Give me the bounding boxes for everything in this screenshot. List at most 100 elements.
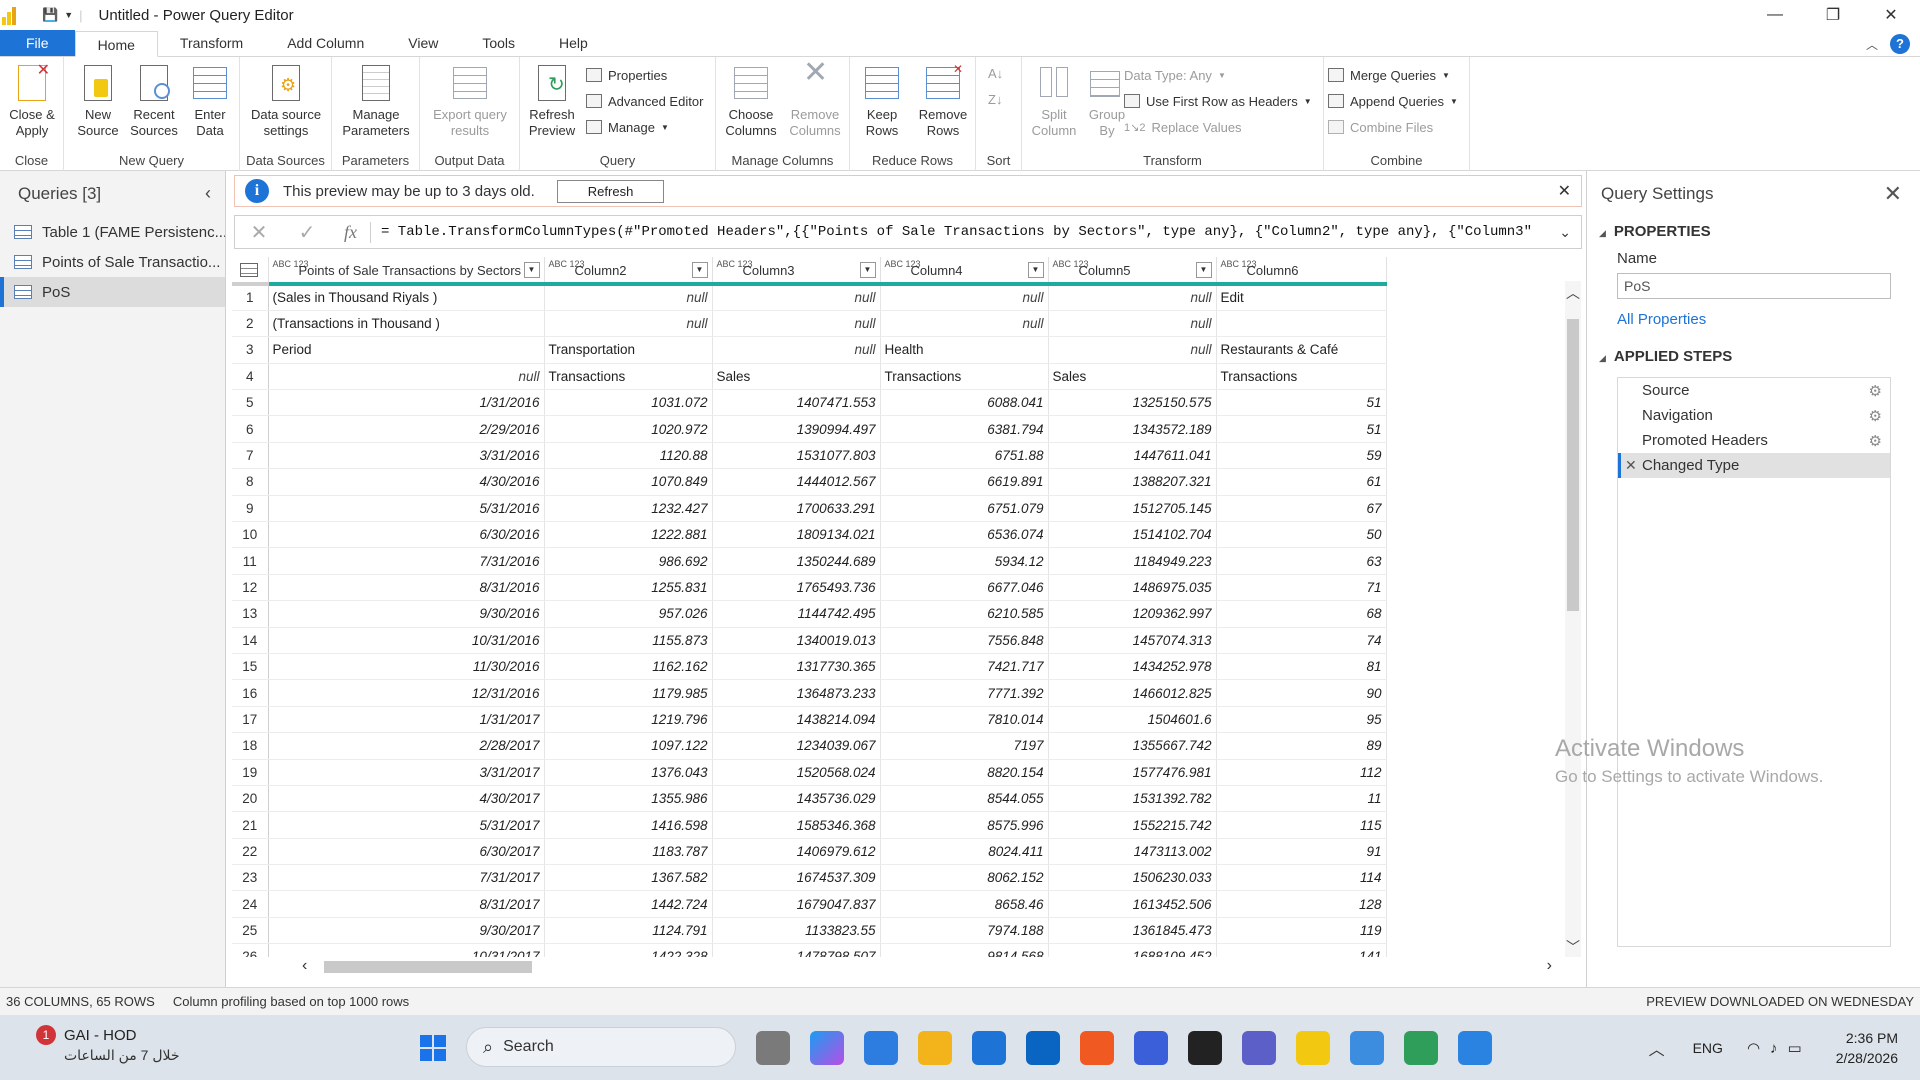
commit-formula-icon[interactable]: ✓ [283, 220, 331, 245]
clock[interactable]: 2:36 PM 2/28/2026 [1836, 1028, 1898, 1068]
table-cell[interactable]: 1435736.029 [712, 785, 881, 813]
applied-steps-section[interactable]: ◢ APPLIED STEPS [1587, 348, 1920, 365]
table-cell[interactable]: Sales [712, 363, 881, 391]
tab-add-column[interactable]: Add Column [265, 30, 386, 56]
table-cell[interactable]: 12/31/2016 [268, 679, 545, 707]
delete-step-icon[interactable]: ✕ [1625, 457, 1637, 474]
table-cell[interactable]: Transportation [544, 336, 713, 364]
table-cell[interactable]: 1070.849 [544, 468, 713, 496]
table-cell[interactable]: null [880, 310, 1049, 338]
table-row[interactable]: 15 11/30/2016 1162.162 1317730.365 7421.717 1… [232, 653, 1387, 681]
table-cell[interactable]: 1531392.782 [1048, 785, 1217, 813]
store-icon[interactable] [972, 1031, 1006, 1065]
table-cell[interactable]: 7771.392 [880, 679, 1049, 707]
remove-columns-button[interactable]: ✕ Remove Columns [784, 58, 846, 139]
refresh-preview-button[interactable]: ↻ Refresh Preview [526, 63, 578, 139]
table-cell[interactable]: 90 [1216, 679, 1387, 707]
table-cell[interactable]: (Sales in Thousand Riyals ) [268, 284, 545, 311]
table-cell[interactable]: 9/30/2016 [268, 600, 545, 628]
outlook-icon[interactable] [1026, 1031, 1060, 1065]
horizontal-scroll-thumb[interactable] [324, 961, 532, 973]
scroll-left-icon[interactable]: ‹ [302, 957, 307, 975]
table-cell[interactable]: 6381.794 [880, 415, 1049, 443]
table-cell[interactable]: 1184949.223 [1048, 547, 1217, 575]
all-properties-link[interactable]: All Properties [1587, 311, 1920, 328]
table-cell[interactable]: 5/31/2016 [268, 495, 545, 523]
table-row[interactable]: 19 3/31/2017 1376.043 1520568.024 8820.154 15… [232, 759, 1387, 786]
table-cell[interactable]: 1232.427 [544, 495, 713, 523]
table-cell[interactable]: 6751.88 [880, 442, 1049, 470]
table-cell[interactable]: 1317730.365 [712, 653, 881, 681]
collapse-pane-icon[interactable]: ‹ [205, 183, 211, 204]
table-cell[interactable]: 11/30/2016 [268, 653, 545, 681]
table-cell[interactable] [1216, 310, 1387, 338]
table-cell[interactable]: 1234039.067 [712, 732, 881, 760]
properties-section[interactable]: ◢ PROPERTIES [1587, 223, 1920, 240]
table-cell[interactable]: 1406979.612 [712, 838, 881, 866]
horizontal-scrollbar[interactable]: ‹ › [294, 957, 1582, 977]
table-cell[interactable]: 1466012.825 [1048, 679, 1217, 707]
table-cell[interactable]: null [712, 284, 881, 311]
table-cell[interactable]: 1434252.978 [1048, 653, 1217, 681]
table-row[interactable]: 10 6/30/2016 1222.881 1809134.021 6536.074 15… [232, 521, 1387, 549]
enter-data-button[interactable]: Enter Data [188, 63, 232, 139]
table-menu-icon[interactable] [232, 257, 269, 286]
table-cell[interactable]: 7/31/2016 [268, 547, 545, 575]
table-cell[interactable]: 5934.12 [880, 547, 1049, 575]
scroll-right-icon[interactable]: › [1547, 957, 1552, 975]
status-profiling[interactable]: Column profiling based on top 1000 rows [173, 994, 409, 1009]
tab-file[interactable]: File [0, 30, 75, 56]
task-view-icon[interactable] [756, 1031, 790, 1065]
power-bi-icon[interactable] [1296, 1031, 1330, 1065]
brave-icon[interactable] [1080, 1031, 1114, 1065]
split-column-button[interactable]: Split Column [1026, 63, 1082, 139]
table-cell[interactable]: 1343572.189 [1048, 415, 1217, 443]
table-row[interactable]: 18 2/28/2017 1097.122 1234039.067 7197 135566… [232, 732, 1387, 760]
table-cell[interactable]: 1442.724 [544, 890, 713, 918]
table-cell[interactable]: 1355.986 [544, 785, 713, 813]
table-cell[interactable]: 7810.014 [880, 706, 1049, 734]
table-cell[interactable]: 6677.046 [880, 574, 1049, 602]
advanced-editor-button[interactable]: Advanced Editor [586, 91, 703, 111]
table-cell[interactable]: (Transactions in Thousand ) [268, 310, 545, 338]
data-type-dropdown[interactable]: Data Type: Any ▼ [1124, 65, 1226, 85]
table-cell[interactable]: Edit [1216, 284, 1387, 311]
help-icon[interactable]: ? [1890, 34, 1910, 54]
table-cell[interactable]: 1209362.997 [1048, 600, 1217, 628]
table-cell[interactable]: 1531077.803 [712, 442, 881, 470]
column-header[interactable]: ABC 123 Column5 ▼ [1048, 257, 1217, 286]
table-cell[interactable]: 7974.188 [880, 917, 1049, 945]
tab-view[interactable]: View [386, 30, 460, 56]
table-row[interactable]: 7 3/31/2016 1120.88 1531077.803 6751.88 14476… [232, 442, 1387, 470]
table-row[interactable]: 25 9/30/2017 1124.791 1133823.55 7974.188 136… [232, 917, 1387, 945]
photos-icon[interactable] [1458, 1031, 1492, 1065]
table-row[interactable]: 11 7/31/2016 986.692 1350244.689 5934.12 1184… [232, 547, 1387, 575]
chrome-icon[interactable] [1404, 1031, 1438, 1065]
table-cell[interactable]: 50 [1216, 521, 1387, 549]
table-cell[interactable]: Transactions [880, 363, 1049, 391]
table-cell[interactable]: null [712, 336, 881, 364]
table-cell[interactable]: 1376.043 [544, 759, 713, 786]
table-row[interactable]: 3 Period Transportation null Health null Resta… [232, 336, 1387, 364]
table-row[interactable]: 8 4/30/2016 1070.849 1444012.567 6619.891 138… [232, 468, 1387, 496]
step-source[interactable]: Source ⚙ [1618, 378, 1890, 403]
column-header[interactable]: ABC 123 Points of Sale Transactions by Se… [268, 257, 545, 286]
table-cell[interactable]: null [1048, 284, 1217, 311]
info-refresh-button[interactable]: Refresh [556, 179, 665, 203]
table-cell[interactable]: 1222.881 [544, 521, 713, 549]
table-cell[interactable]: 4/30/2016 [268, 468, 545, 496]
table-cell[interactable]: 74 [1216, 627, 1387, 654]
step-promoted-headers[interactable]: Promoted Headers ⚙ [1618, 428, 1890, 453]
table-cell[interactable]: 51 [1216, 415, 1387, 443]
table-cell[interactable]: 1473113.002 [1048, 838, 1217, 866]
filter-dropdown-icon[interactable]: ▼ [691, 262, 708, 278]
table-cell[interactable]: 1255.831 [544, 574, 713, 602]
query-item[interactable]: Table 1 (FAME Persistenc... [0, 217, 225, 247]
table-cell[interactable]: 7197 [880, 732, 1049, 760]
data-source-settings-button[interactable]: ⚙ Data source settings [246, 63, 326, 139]
cancel-formula-icon[interactable]: ✕ [235, 220, 283, 245]
table-cell[interactable]: 1367.582 [544, 864, 713, 892]
table-cell[interactable]: 8544.055 [880, 785, 1049, 813]
table-cell[interactable]: 1444012.567 [712, 468, 881, 496]
close-window-icon[interactable]: ✕ [1862, 0, 1920, 30]
